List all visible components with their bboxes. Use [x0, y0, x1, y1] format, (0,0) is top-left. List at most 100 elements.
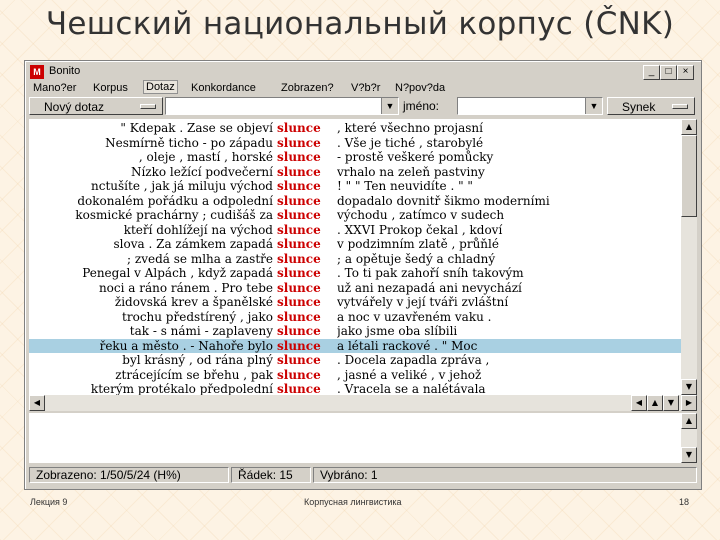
- concordance-row[interactable]: kterým protékalo předpolední slunce . Vrac…: [29, 382, 681, 395]
- query-toolbar: Nový dotaz ▼ jméno: ▼ Synek: [27, 95, 699, 117]
- keyword: slunce: [277, 222, 321, 237]
- left-context: noci a ráno ránem . Pro tebe: [98, 280, 273, 295]
- right-context: . To ti pak zahoří sníh takovým: [337, 266, 524, 280]
- keyword: slunce: [277, 338, 321, 353]
- left-context: nctušíte , jak já miluju východ: [91, 179, 273, 193]
- right-context: . Docela zapadla zpráva ,: [337, 353, 490, 367]
- menu-zobrazeni[interactable]: Zobrazen?: [279, 81, 336, 95]
- concordance-row[interactable]: ztrácejícím se břehu , pak slunce , jasné …: [29, 368, 681, 383]
- menu-vyber[interactable]: V?b?r: [349, 81, 382, 95]
- new-query-label: Nový dotaz: [44, 100, 105, 114]
- concordance-row[interactable]: Penegal v Alpách , když zapadá slunce . To…: [29, 266, 681, 281]
- left-context: ztrácejícím se břehu , pak: [115, 367, 273, 382]
- right-context: ! " " Ten neuvidíte . " ": [337, 179, 473, 193]
- concordance-row[interactable]: dokonalém pořádku a odpolední slunce dopad…: [29, 194, 681, 209]
- footer-course: Корпусная лингвистика: [304, 497, 402, 507]
- name-label: jméno:: [403, 99, 440, 113]
- keyword: slunce: [277, 309, 321, 324]
- left-context: židovská krev a španělské: [114, 295, 273, 309]
- keyword: slunce: [277, 150, 321, 164]
- slide-title: Чешский национальный корпус (ČNK): [45, 6, 675, 42]
- left-context: , oleje , mastí , horské: [138, 150, 273, 164]
- context-detail-pane[interactable]: [29, 413, 681, 463]
- right-arrow-icon[interactable]: ▶: [681, 395, 697, 411]
- keyword: slunce: [277, 179, 321, 193]
- right-context: - prostě veškeré pomůcky: [337, 150, 494, 164]
- left-context: ; zvedá se mlha a zastře: [127, 251, 273, 266]
- right-context: v podzimním zlatě , průňlé: [337, 237, 499, 251]
- keyword: slunce: [277, 295, 321, 309]
- left-context: kteří dohlížejí na východ: [123, 222, 273, 237]
- menu-napoveda[interactable]: N?pov?da: [393, 81, 447, 95]
- results-vertical-scrollbar[interactable]: ▲ ▼: [681, 119, 697, 395]
- name-select[interactable]: ▼: [457, 97, 603, 115]
- keyword: slunce: [277, 280, 321, 295]
- menu-bar: Mano?er Korpus Dotaz Konkordance Zobraze…: [27, 80, 699, 95]
- concordance-row[interactable]: nctušíte , jak já miluju východ slunce ! "…: [29, 179, 681, 194]
- keyword: slunce: [277, 382, 321, 395]
- left-context: trochu předstírený , jako: [122, 309, 273, 324]
- maximize-button[interactable]: □: [660, 65, 677, 80]
- left-arrow-icon[interactable]: ◀: [631, 395, 647, 411]
- chevron-down-icon[interactable]: ▼: [585, 98, 602, 114]
- up-arrow-icon[interactable]: ▲: [681, 413, 697, 429]
- concordance-row[interactable]: ; zvedá se mlha a zastře slunce ; a opětuj…: [29, 252, 681, 267]
- new-query-button[interactable]: Nový dotaz: [29, 97, 163, 115]
- concordance-row[interactable]: byl krásný , od rána plný slunce . Docela …: [29, 353, 681, 368]
- down-arrow-icon[interactable]: ▼: [681, 447, 697, 463]
- keyword: slunce: [277, 135, 321, 150]
- down-arrow-icon[interactable]: ▼: [681, 379, 697, 395]
- dropdown-bar-icon: [672, 104, 688, 109]
- concordance-row[interactable]: , oleje , mastí , horské slunce - prostě v…: [29, 150, 681, 165]
- query-input[interactable]: ▼: [165, 97, 399, 115]
- concordance-row[interactable]: židovská krev a španělské slunce vytvářely…: [29, 295, 681, 310]
- concordance-row[interactable]: " Kdepak . Zase se objeví slunce , které v…: [29, 121, 681, 136]
- keyword: slunce: [277, 367, 321, 382]
- bonito-window: M Bonito _ □ × Mano?er Korpus Dotaz Konk…: [24, 60, 702, 490]
- concordance-row[interactable]: slova . Za zámkem zapadá slunce v podzimní…: [29, 237, 681, 252]
- minimize-button[interactable]: _: [643, 65, 660, 80]
- keyword: slunce: [277, 164, 321, 179]
- dropdown-bar-icon: [140, 104, 156, 109]
- concordance-row[interactable]: trochu předstírený , jako slunce a noc v u…: [29, 310, 681, 325]
- up-arrow-icon[interactable]: ▲: [681, 119, 697, 135]
- concordance-row[interactable]: Nízko ležící podvečerní slunce vrhalo na z…: [29, 165, 681, 180]
- left-context: slova . Za zámkem zapadá: [113, 237, 273, 251]
- sort-button[interactable]: Synek: [607, 97, 695, 115]
- concordance-row[interactable]: Nesmírně ticho - po západu slunce . Vše je…: [29, 136, 681, 151]
- keyword: slunce: [277, 266, 321, 280]
- up-arrow-icon[interactable]: ▲: [647, 395, 663, 411]
- concordance-row[interactable]: noci a ráno ránem . Pro tebe slunce už ani…: [29, 281, 681, 296]
- right-context: vrhalo na zeleň pastviny: [337, 164, 485, 179]
- left-arrow-icon[interactable]: ◀: [29, 395, 45, 411]
- chevron-down-icon[interactable]: ▼: [381, 98, 398, 114]
- close-button[interactable]: ×: [677, 65, 694, 80]
- menu-korpus[interactable]: Korpus: [91, 81, 130, 95]
- keyword: slunce: [277, 208, 321, 222]
- menu-dotaz[interactable]: Dotaz: [143, 80, 178, 94]
- down-arrow-icon[interactable]: ▼: [663, 395, 679, 411]
- concordance-row[interactable]: tak - s námi - zaplaveny slunce jako jsme …: [29, 324, 681, 339]
- status-shown: Zobrazeno: 1/50/5/24 (H%): [29, 467, 229, 483]
- concordance-list[interactable]: " Kdepak . Zase se objeví slunce , které v…: [29, 119, 681, 395]
- left-context: kterým protékalo předpolední: [90, 382, 273, 395]
- right-context: . Vracela se a nalétávala: [337, 382, 486, 395]
- results-horizontal-scrollbar[interactable]: ◀ ◀ ▲ ▼ ▶: [29, 395, 697, 411]
- menu-manager[interactable]: Mano?er: [31, 81, 78, 95]
- keyword: slunce: [277, 251, 321, 266]
- menu-konkordance[interactable]: Konkordance: [189, 81, 258, 95]
- footer-page-number: 18: [679, 497, 690, 507]
- left-context: byl krásný , od rána plný: [122, 353, 273, 367]
- keyword: slunce: [277, 121, 321, 135]
- concordance-row[interactable]: kteří dohlížejí na východ slunce . XXVI Pr…: [29, 223, 681, 238]
- concordance-row[interactable]: řeku a město . - Nahoře bylo slunce a léta…: [29, 338, 681, 353]
- title-bar[interactable]: M Bonito _ □ ×: [27, 63, 699, 81]
- scroll-thumb[interactable]: [681, 135, 697, 217]
- left-context: dokonalém pořádku a odpolední: [77, 193, 273, 208]
- left-context: řeku a město . - Nahoře bylo: [99, 338, 273, 353]
- right-context: dopadalo dovnitř šikmo moderními: [337, 193, 550, 208]
- detail-vertical-scrollbar[interactable]: ▲ ▼: [681, 413, 697, 463]
- concordance-row[interactable]: kosmické prachárny ; cudišáš za slunce výc…: [29, 208, 681, 223]
- keyword: slunce: [277, 193, 321, 208]
- right-context: ; a opětuje šedý a chladný: [337, 251, 496, 266]
